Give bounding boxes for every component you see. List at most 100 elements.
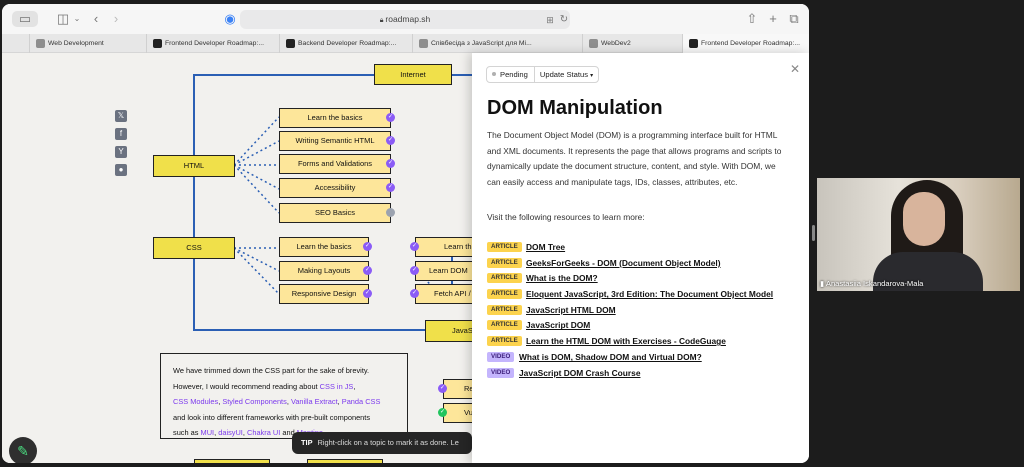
tab-label: Frontend Developer Roadmap:... <box>165 40 264 47</box>
tab-backend-roadmap[interactable]: Backend Developer Roadmap:... <box>279 34 412 53</box>
chakra-ui-link[interactable]: Chakra UI <box>247 428 280 437</box>
done-check-icon: ✓ <box>438 408 447 417</box>
node-label: HTML <box>183 161 205 170</box>
x-twitter-icon[interactable]: 𝕏 <box>115 110 127 122</box>
done-check-icon: ✓ <box>363 289 372 298</box>
close-icon[interactable]: ✕ <box>790 62 800 76</box>
topic-seo-basics[interactable]: SEO Basics <box>279 203 391 223</box>
topic-vue-partial[interactable]: Vu <box>443 403 472 423</box>
browser-toolbar: ▭ ◫ ⌄ ‹ › ◉ 🔒︎ roadmap.sh ⊞ ↻ ⇧ + ⧉ <box>2 4 809 34</box>
sidebar-toggle-icon[interactable]: ▭ <box>12 11 38 27</box>
node-label: Internet <box>400 70 426 79</box>
styled-components-link[interactable]: Styled Components <box>222 397 287 406</box>
tab-label: Backend Developer Roadmap:... <box>298 40 397 47</box>
back-icon[interactable]: ‹ <box>90 11 102 27</box>
tab-webdev2[interactable]: WebDev2 <box>582 34 682 53</box>
tab-frontend-roadmap-active[interactable]: Frontend Developer Roadmap:... <box>682 34 809 53</box>
topic-making-layouts[interactable]: Making Layouts <box>279 261 369 281</box>
panda-css-link[interactable]: Panda CSS <box>342 397 381 406</box>
resource-link[interactable]: JavaScript HTML DOM <box>526 303 616 317</box>
privacy-shield-icon[interactable]: ◉ <box>224 11 236 27</box>
internet-node[interactable]: Internet <box>374 64 452 85</box>
topic-label: Learn th <box>444 242 472 251</box>
resource-link[interactable]: Learn the HTML DOM with Exercises - Code… <box>526 334 726 348</box>
vanilla-extract-link[interactable]: Vanilla Extract <box>291 397 338 406</box>
topic-label: Vu <box>464 408 472 417</box>
tab-favicon <box>689 39 698 48</box>
topic-learn-dom[interactable]: Learn DOM <box>415 261 472 281</box>
tab-js-interview[interactable]: Співбесіда з JavaScript для Мі... <box>412 34 562 53</box>
status-label: Pending <box>500 70 528 79</box>
topic-semantic-html[interactable]: Writing Semantic HTML <box>279 131 391 151</box>
note-text: , <box>337 397 340 406</box>
html-node[interactable]: HTML <box>153 155 235 177</box>
topic-label: Accessibility <box>314 183 356 192</box>
forward-icon[interactable]: › <box>110 11 122 27</box>
partial-node[interactable] <box>307 459 383 463</box>
css-modules-link[interactable]: CSS Modules <box>173 397 218 406</box>
tab-favicon <box>419 39 428 48</box>
topic-forms-validations[interactable]: Forms and Validations <box>279 154 391 174</box>
status-group: Pending Update Status ▾ <box>486 66 600 83</box>
participant-video-tile[interactable]: ▮ Anastasiia Iskandarova-Mala <box>817 178 1020 291</box>
tab-frontend-roadmap[interactable]: Frontend Developer Roadmap:... <box>146 34 279 53</box>
update-status-button[interactable]: Update Status ▾ <box>535 67 598 82</box>
resource-link[interactable]: What is DOM, Shadow DOM and Virtual DOM? <box>519 350 702 364</box>
topic-fetch-api[interactable]: Fetch API / <box>415 284 472 304</box>
dotted-connector <box>233 140 280 166</box>
resource-link[interactable]: Eloquent JavaScript, 3rd Edition: The Do… <box>526 287 773 301</box>
done-check-icon: ✓ <box>438 384 447 393</box>
address-bar[interactable]: 🔒︎ roadmap.sh <box>240 10 570 29</box>
css-in-js-link[interactable]: CSS in JS <box>320 382 354 391</box>
dotted-connector <box>233 116 280 166</box>
facebook-icon[interactable]: f <box>115 128 127 140</box>
share-icon[interactable]: ⇧ <box>745 11 759 27</box>
chevron-down-icon[interactable]: ⌄ <box>72 11 82 27</box>
note-line: CSS Modules, Styled Components, Vanilla … <box>173 394 395 410</box>
pencil-icon[interactable]: ✎ <box>9 437 37 463</box>
topic-css-learn-basics[interactable]: Learn the basics <box>279 237 369 257</box>
status-pending: Pending <box>487 67 535 82</box>
resize-grip[interactable] <box>812 225 815 241</box>
topic-detail-panel: Pending Update Status ▾ ✕ DOM Manipulati… <box>472 53 809 463</box>
hackernews-icon[interactable]: Y <box>115 146 127 158</box>
article-badge: ARTICLE <box>487 242 522 252</box>
tabs-icon[interactable]: ⧉ <box>787 11 801 27</box>
css-node[interactable]: CSS <box>153 237 235 259</box>
browser-window: ▭ ◫ ⌄ ‹ › ◉ 🔒︎ roadmap.sh ⊞ ↻ ⇧ + ⧉ Web … <box>2 4 809 463</box>
meeting-stage: ▭ ◫ ⌄ ‹ › ◉ 🔒︎ roadmap.sh ⊞ ↻ ⇧ + ⧉ Web … <box>0 0 1024 467</box>
topic-responsive-design[interactable]: Responsive Design <box>279 284 369 304</box>
topic-label: Fetch API / <box>434 289 471 298</box>
note-text: , <box>218 397 221 406</box>
partial-node[interactable] <box>194 459 270 463</box>
translate-icon[interactable]: ⊞ <box>544 12 556 28</box>
topic-html-learn-basics[interactable]: Learn the basics <box>279 108 391 128</box>
note-line: However, I would recommend reading about… <box>173 379 395 395</box>
note-text: , <box>353 381 356 391</box>
topic-accessibility[interactable]: Accessibility <box>279 178 391 198</box>
resource-link[interactable]: DOM Tree <box>526 240 565 254</box>
article-badge: ARTICLE <box>487 289 522 300</box>
resource-link[interactable]: JavaScript DOM <box>526 318 590 332</box>
tab-favicon <box>36 39 45 48</box>
resource-link[interactable]: GeeksForGeeks - DOM (Document Object Mod… <box>526 256 721 270</box>
topic-label: Writing Semantic HTML <box>295 136 375 145</box>
topic-js-learn-basics[interactable]: Learn th <box>415 237 472 257</box>
reload-icon[interactable]: ↻ <box>558 12 570 28</box>
note-text: such as <box>173 428 201 437</box>
dotted-connector <box>233 247 280 295</box>
tab-overview-icon[interactable]: ◫ <box>56 11 70 27</box>
reddit-icon[interactable]: ● <box>115 164 127 176</box>
done-check-icon: ✓ <box>386 159 395 168</box>
dotted-connector <box>233 247 280 272</box>
mui-link[interactable]: MUI <box>201 428 215 437</box>
new-tab-icon[interactable]: + <box>766 11 780 27</box>
dotted-connector <box>233 164 280 190</box>
daisyui-link[interactable]: daisyUI <box>218 428 243 437</box>
javascript-node[interactable]: JavaS <box>425 320 472 342</box>
resource-link[interactable]: What is the DOM? <box>526 271 598 285</box>
topic-react-partial[interactable]: Re <box>443 379 472 399</box>
resource-link[interactable]: JavaScript DOM Crash Course <box>519 366 640 380</box>
tab-web-development[interactable]: Web Development <box>29 34 146 53</box>
note-line: We have trimmed down the CSS part for th… <box>173 366 370 375</box>
